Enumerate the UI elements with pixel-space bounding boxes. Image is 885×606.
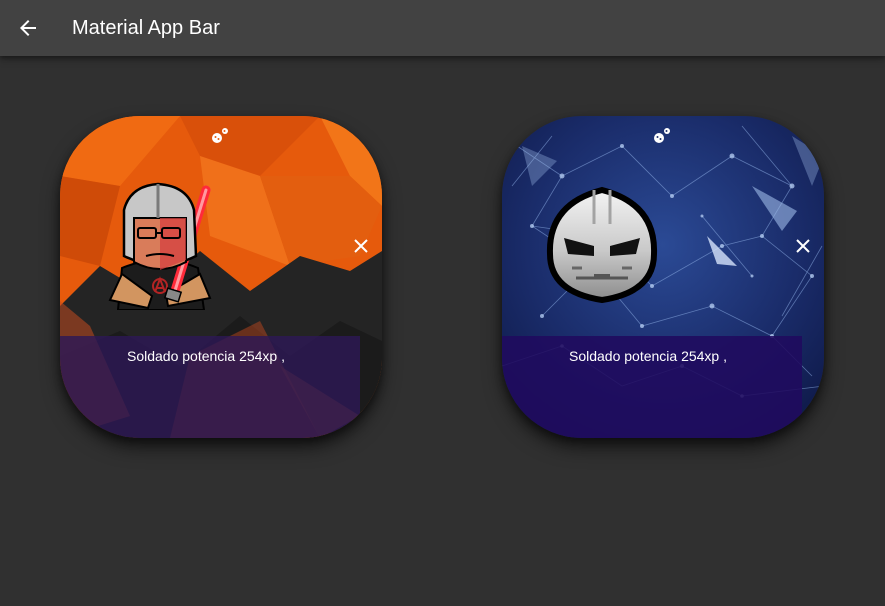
card-caption: Soldado potencia 254xp , bbox=[126, 348, 285, 364]
app-bar: Material App Bar bbox=[0, 0, 885, 56]
gamepad-icon bbox=[654, 128, 670, 143]
back-button[interactable] bbox=[12, 12, 44, 44]
arrow-back-icon bbox=[20, 20, 36, 36]
reward-card[interactable]: Soldado potencia 254xp , bbox=[60, 116, 382, 438]
gamepad-icon bbox=[212, 128, 228, 143]
reward-card[interactable]: Soldado potencia 254xp , bbox=[502, 116, 824, 438]
iron-helmet-avatar bbox=[546, 186, 658, 304]
close-icon bbox=[354, 239, 368, 253]
close-icon bbox=[796, 239, 810, 253]
card-caption: Soldado potencia 254xp , bbox=[568, 348, 727, 364]
close-button[interactable] bbox=[791, 234, 815, 258]
warrior-avatar bbox=[108, 182, 212, 310]
app-bar-title: Material App Bar bbox=[72, 17, 220, 39]
close-button[interactable] bbox=[349, 234, 373, 258]
